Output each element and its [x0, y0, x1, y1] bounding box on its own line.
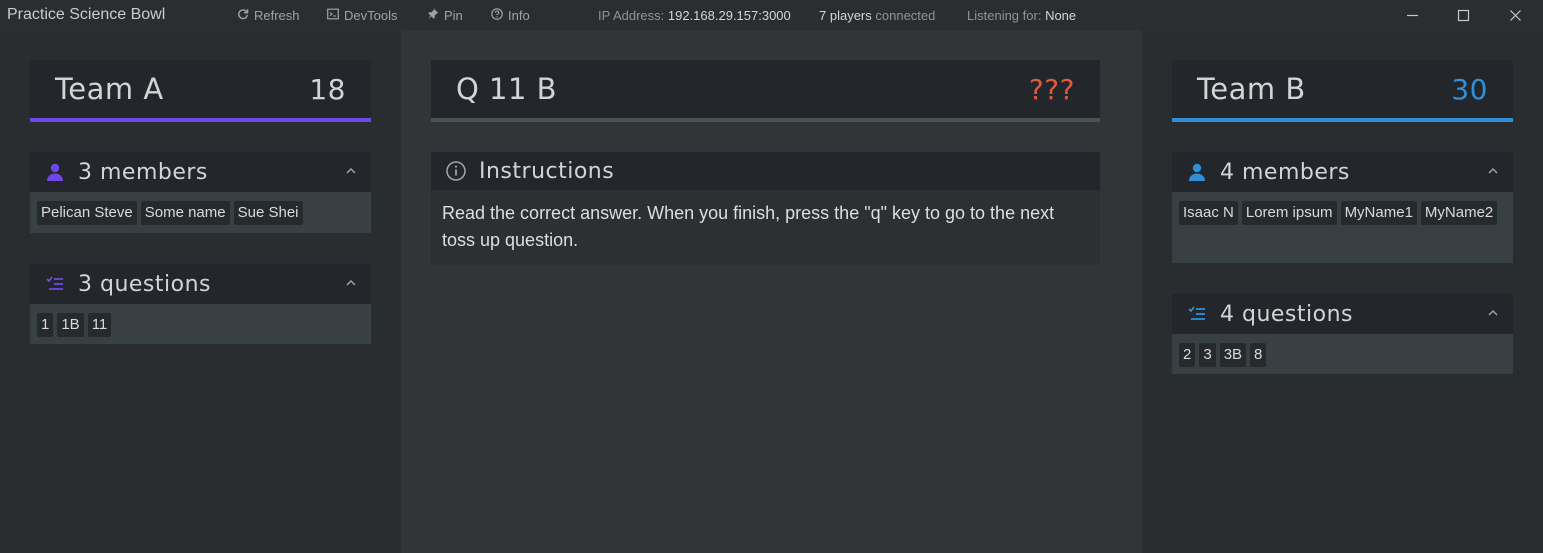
team-b-header: Team B 30: [1172, 60, 1513, 122]
question-tag[interactable]: 1: [37, 313, 54, 337]
user-icon: [1186, 161, 1208, 183]
instructions-title: Instructions: [479, 158, 615, 184]
chevron-up-icon[interactable]: [1487, 307, 1499, 319]
listening-for: Listening for: None: [967, 8, 1076, 23]
team-a-score: 18: [309, 72, 346, 106]
question-tag[interactable]: 2: [1179, 343, 1196, 367]
instructions-header: Instructions: [431, 152, 1100, 190]
pin-icon: [427, 8, 439, 23]
team-b-members-header[interactable]: 4 members: [1172, 152, 1513, 192]
member-tag: MyName2: [1420, 201, 1498, 225]
question-tag[interactable]: 8: [1250, 343, 1267, 367]
team-b-members-label: 4 members: [1220, 159, 1350, 185]
chevron-up-icon[interactable]: [345, 277, 357, 289]
member-tag: Isaac N: [1179, 201, 1238, 225]
member-tag: Pelican Steve: [37, 201, 137, 225]
team-a-header: Team A 18: [30, 60, 371, 122]
instructions-text: Read the correct answer. When you finish…: [431, 190, 1100, 265]
member-tag: Sue Shei: [233, 201, 303, 225]
question-tag[interactable]: 3: [1199, 343, 1216, 367]
question-tag[interactable]: 3B: [1219, 343, 1247, 367]
checklist-icon: [1186, 303, 1208, 325]
ip-prefix: IP Address:: [598, 8, 665, 23]
title-bar: Practice Science Bowl Refresh DevTools P…: [0, 0, 1543, 30]
players-suffix: connected: [875, 8, 936, 23]
ip-value: 192.168.29.157:3000: [667, 8, 791, 23]
team-b-members-list: Isaac N Lorem ipsum MyName1 MyName2: [1172, 192, 1513, 263]
member-tag: MyName1: [1340, 201, 1417, 225]
ip-address: IP Address: 192.168.29.157:3000: [598, 8, 791, 23]
refresh-button[interactable]: Refresh: [237, 8, 300, 23]
terminal-icon: [327, 8, 339, 23]
pin-label: Pin: [444, 8, 463, 23]
close-button[interactable]: [1503, 4, 1527, 26]
players-connected: 7 players connected: [819, 8, 935, 23]
maximize-icon: [1457, 9, 1469, 21]
info-icon: [491, 8, 503, 23]
question-tag[interactable]: 1B: [57, 313, 84, 337]
team-b-questions-list: 2 3 3B 8: [1172, 334, 1513, 374]
question-status: ???: [1028, 72, 1075, 106]
pin-button[interactable]: Pin: [427, 8, 463, 23]
member-tag: Lorem ipsum: [1241, 201, 1337, 225]
team-a-questions-label: 3 questions: [78, 271, 211, 297]
team-b-questions-header[interactable]: 4 questions: [1172, 294, 1513, 334]
devtools-label: DevTools: [344, 8, 398, 23]
chevron-up-icon[interactable]: [345, 165, 357, 177]
team-a-members-label: 3 members: [78, 159, 208, 185]
info-button[interactable]: Info: [491, 8, 530, 23]
team-a-members-header[interactable]: 3 members: [30, 152, 371, 192]
question-tag[interactable]: 11: [87, 313, 112, 337]
players-count: 7 players: [819, 8, 872, 23]
team-a-name: Team A: [55, 72, 164, 106]
listening-value: None: [1045, 8, 1077, 23]
team-a-questions-list: 1 1B 11: [30, 304, 371, 344]
refresh-icon: [237, 8, 249, 23]
minimize-icon: [1406, 14, 1418, 16]
minimize-button[interactable]: [1400, 4, 1424, 26]
refresh-label: Refresh: [254, 8, 300, 23]
checklist-icon: [44, 273, 66, 295]
app-title: Practice Science Bowl: [7, 6, 166, 23]
chevron-up-icon[interactable]: [1487, 165, 1499, 177]
team-b-name: Team B: [1197, 72, 1306, 106]
devtools-button[interactable]: DevTools: [327, 8, 397, 23]
team-a-questions-header[interactable]: 3 questions: [30, 264, 371, 304]
listening-prefix: Listening for:: [967, 8, 1042, 23]
member-tag: Some name: [140, 201, 230, 225]
maximize-button[interactable]: [1451, 4, 1475, 26]
info-circle-icon: [445, 160, 467, 182]
team-b-score: 30: [1451, 72, 1488, 106]
team-a-members-list: Pelican Steve Some name Sue Shei: [30, 192, 371, 233]
close-icon: [1509, 9, 1521, 21]
info-label: Info: [508, 8, 530, 23]
question-header: Q 11 B ???: [431, 60, 1100, 122]
team-b-questions-label: 4 questions: [1220, 301, 1353, 327]
question-label: Q 11 B: [456, 72, 558, 106]
user-icon: [44, 161, 66, 183]
